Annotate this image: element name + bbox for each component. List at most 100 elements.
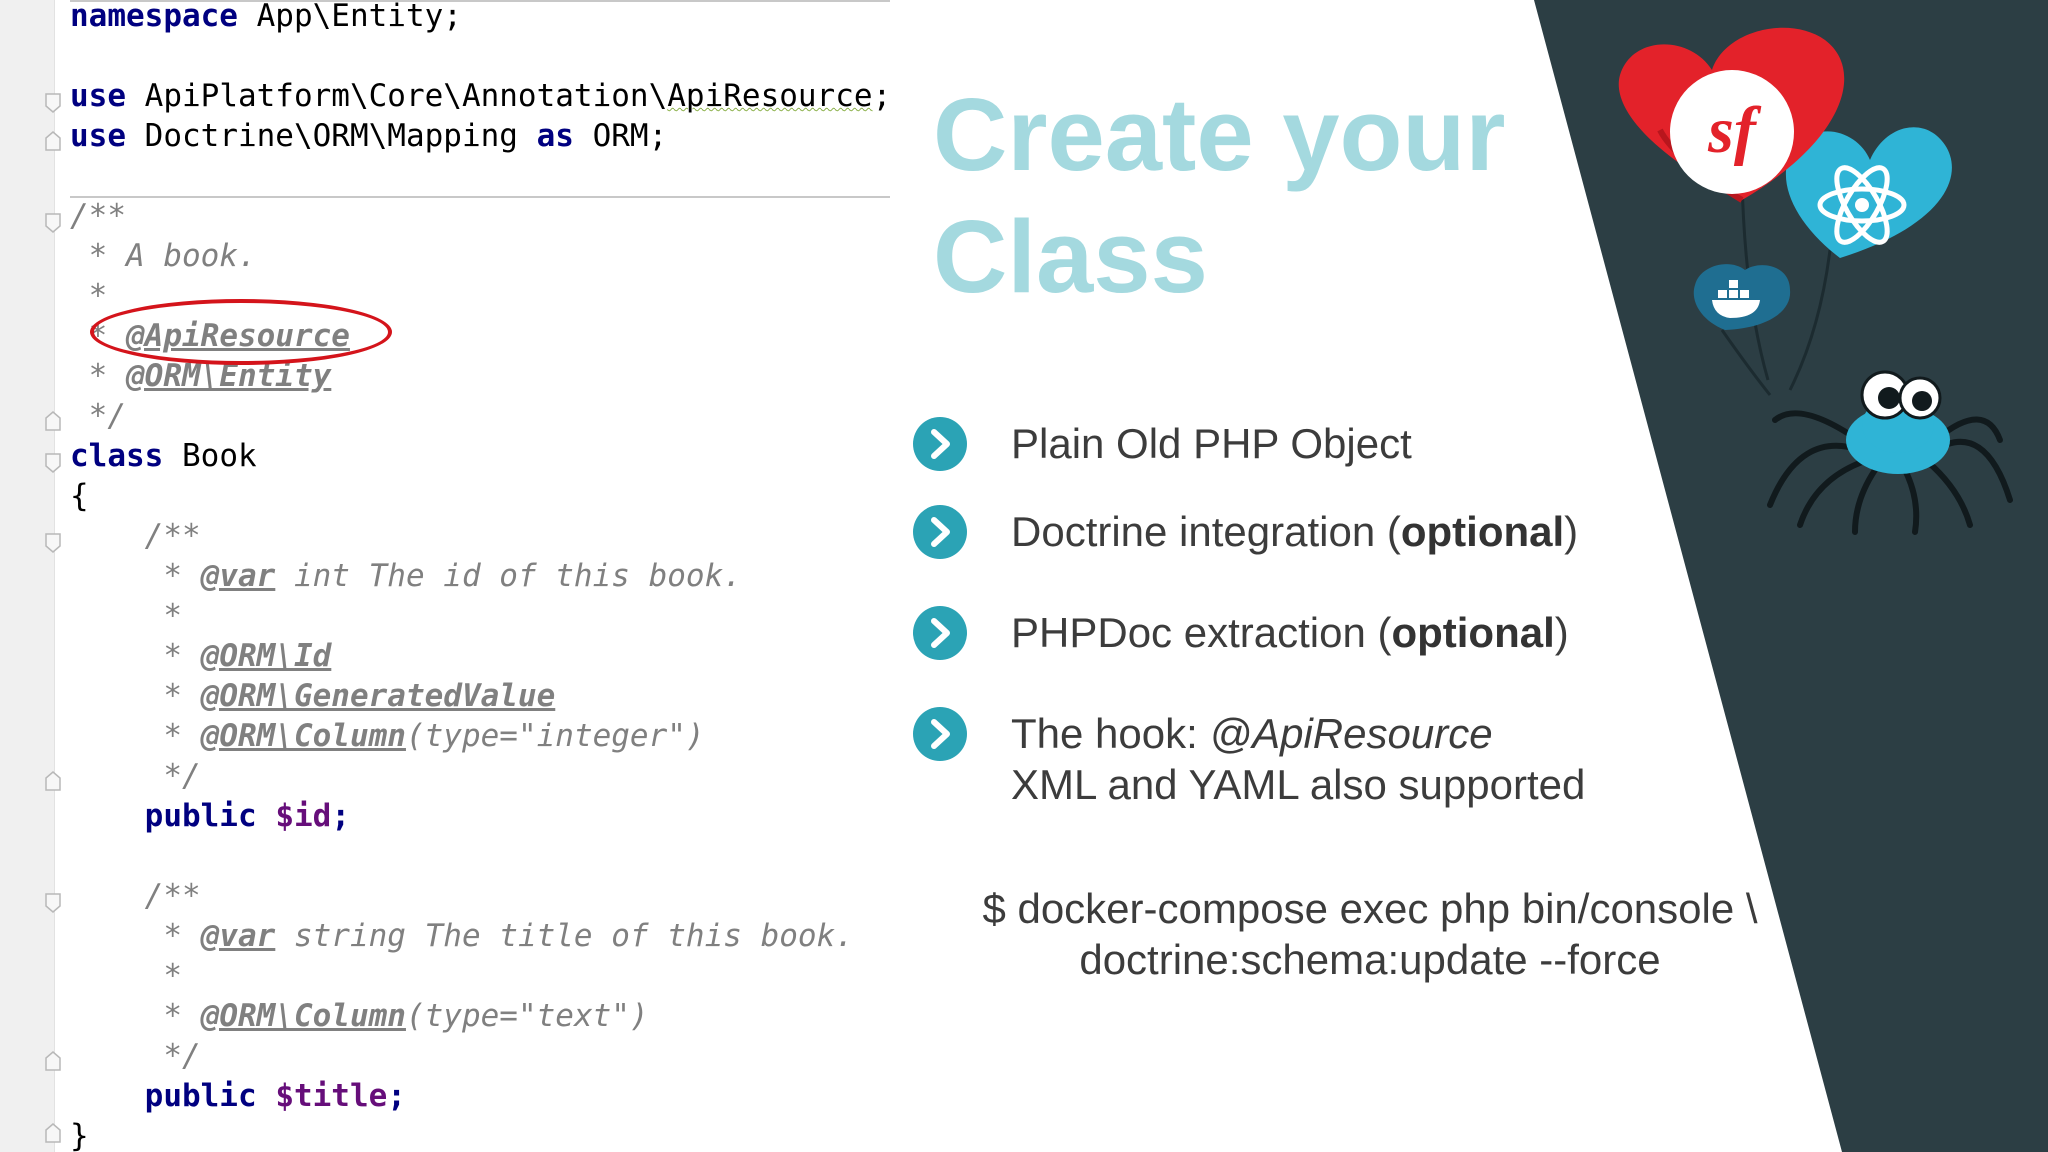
code-line[interactable]: * (70, 596, 182, 636)
fold-marker-icon[interactable] (44, 532, 62, 554)
code-token: use (70, 78, 126, 114)
code-line[interactable]: /** (70, 196, 126, 236)
code-token: Doctrine\ORM\Mapping (126, 118, 537, 154)
command-block: $ docker-compose exec php bin/console \ … (930, 883, 1810, 985)
feature-text-part: ) (1564, 508, 1579, 555)
chevron-right-icon (913, 417, 967, 471)
code-token: @ORM\Column (200, 998, 406, 1034)
code-token: class (70, 438, 164, 474)
method-separator (70, 196, 890, 198)
code-line[interactable]: * @ORM\GeneratedValue (70, 676, 555, 716)
code-token: ApiPlatform\Core\Annotation\ (126, 78, 668, 114)
code-token: int The id of this book. (275, 558, 742, 594)
code-token: ; (387, 1078, 406, 1114)
code-token: (type="integer") (405, 718, 705, 754)
feature-text-part: optional (1400, 508, 1565, 555)
chevron-right-icon (913, 505, 967, 559)
fold-marker-icon[interactable] (44, 1050, 62, 1072)
code-token: App\Entity; (237, 0, 462, 34)
code-token: */ (70, 758, 201, 794)
code-token: public (70, 798, 257, 834)
chevron-right-icon (913, 606, 967, 660)
code-token: @ORM\GeneratedValue (200, 678, 556, 714)
code-line[interactable]: * @var string The title of this book. (70, 916, 854, 956)
code-token: * (70, 958, 182, 994)
slide-title: Create your Class (933, 74, 1505, 318)
chevron-right-icon (913, 707, 967, 761)
code-token: * (70, 718, 201, 754)
feature-text-part: Plain Old PHP Object (1011, 420, 1412, 467)
fold-marker-icon[interactable] (44, 410, 62, 432)
code-line[interactable]: * (70, 956, 182, 996)
code-line[interactable]: * (70, 276, 108, 316)
code-line[interactable]: /** (70, 876, 201, 916)
code-token: { (70, 478, 89, 514)
code-line[interactable]: namespace App\Entity; (70, 0, 462, 36)
code-line[interactable]: class Book (70, 436, 257, 476)
code-line[interactable]: use Doctrine\ORM\Mapping as ORM; (70, 116, 667, 156)
feature-text-part: PHPDoc extraction ( (1011, 609, 1392, 656)
code-line[interactable]: */ (70, 396, 126, 436)
code-token: ; (331, 798, 350, 834)
feature-text-part: @ApiResource (1209, 710, 1493, 757)
code-line[interactable]: public $id; (70, 796, 350, 836)
slide-title-line: Class (933, 199, 1208, 314)
code-token: use (70, 118, 126, 154)
code-token: ApiResource (667, 78, 873, 114)
feature-subtext: XML and YAML also supported (1011, 761, 1586, 808)
code-line[interactable]: /** (70, 516, 201, 556)
code-line[interactable]: use ApiPlatform\Core\Annotation\ApiResou… (70, 76, 890, 116)
slide-title-line: Create your (933, 77, 1506, 192)
code-line[interactable]: */ (70, 756, 201, 796)
code-token: * (70, 638, 201, 674)
code-token: /** (70, 198, 126, 234)
code-token: * A book. (70, 238, 257, 274)
code-token: * (70, 278, 108, 314)
feature-text: PHPDoc extraction (optional) (1011, 607, 1569, 659)
code-line[interactable]: * A book. (70, 236, 257, 276)
fold-marker-icon[interactable] (44, 130, 62, 152)
code-token: (type="text") (405, 998, 649, 1034)
code-token: ORM; (573, 118, 668, 154)
feature-item: PHPDoc extraction (optional) (913, 606, 1713, 666)
code-line[interactable]: } (70, 1116, 89, 1152)
fold-marker-icon[interactable] (44, 452, 62, 474)
fold-marker-icon[interactable] (44, 770, 62, 792)
fold-marker-icon[interactable] (44, 892, 62, 914)
fold-marker-icon[interactable] (44, 1122, 62, 1144)
feature-item: Doctrine integration (optional) (913, 505, 1713, 565)
code-token: namespace (70, 0, 238, 34)
feature-item: Plain Old PHP Object (913, 417, 1713, 477)
fold-marker-icon[interactable] (44, 92, 62, 114)
fold-marker-icon[interactable] (44, 212, 62, 234)
feature-text-part: optional (1391, 609, 1555, 656)
code-line[interactable]: * @ORM\Id (70, 636, 331, 676)
code-line[interactable]: */ (70, 1036, 200, 1076)
code-token: ; (872, 78, 890, 114)
code-line[interactable]: * @var int The id of this book. (70, 556, 742, 596)
code-token: @var (200, 558, 276, 594)
code-token: * (70, 358, 126, 394)
feature-text: Doctrine integration (optional) (1011, 506, 1578, 558)
code-token: @ORM\Column (200, 718, 406, 754)
command-line: $ docker-compose exec php bin/console \ (982, 885, 1758, 932)
code-token: @ORM\Id (200, 638, 332, 674)
highlight-ellipse (90, 299, 392, 365)
code-line[interactable]: * @ORM\Column(type="text") (70, 996, 649, 1036)
code-token: /** (70, 518, 201, 554)
code-token: $title (275, 1078, 388, 1114)
code-editor[interactable]: namespace App\Entity; use ApiPlatform\Cor… (0, 0, 890, 1152)
code-token: * (70, 998, 201, 1034)
code-token: @var (200, 918, 276, 954)
code-token: string The title of this book. (275, 918, 854, 954)
code-token: /** (70, 878, 201, 914)
feature-text: Plain Old PHP Object (1011, 418, 1412, 470)
code-line[interactable]: public $title; (70, 1076, 406, 1116)
code-line[interactable]: { (70, 476, 89, 516)
feature-text-part: Doctrine integration ( (1011, 508, 1401, 555)
code-line[interactable]: * @ORM\Column(type="integer") (70, 716, 705, 756)
code-token: public (70, 1078, 257, 1114)
code-token: Book (163, 438, 257, 474)
code-token: * (70, 598, 182, 634)
